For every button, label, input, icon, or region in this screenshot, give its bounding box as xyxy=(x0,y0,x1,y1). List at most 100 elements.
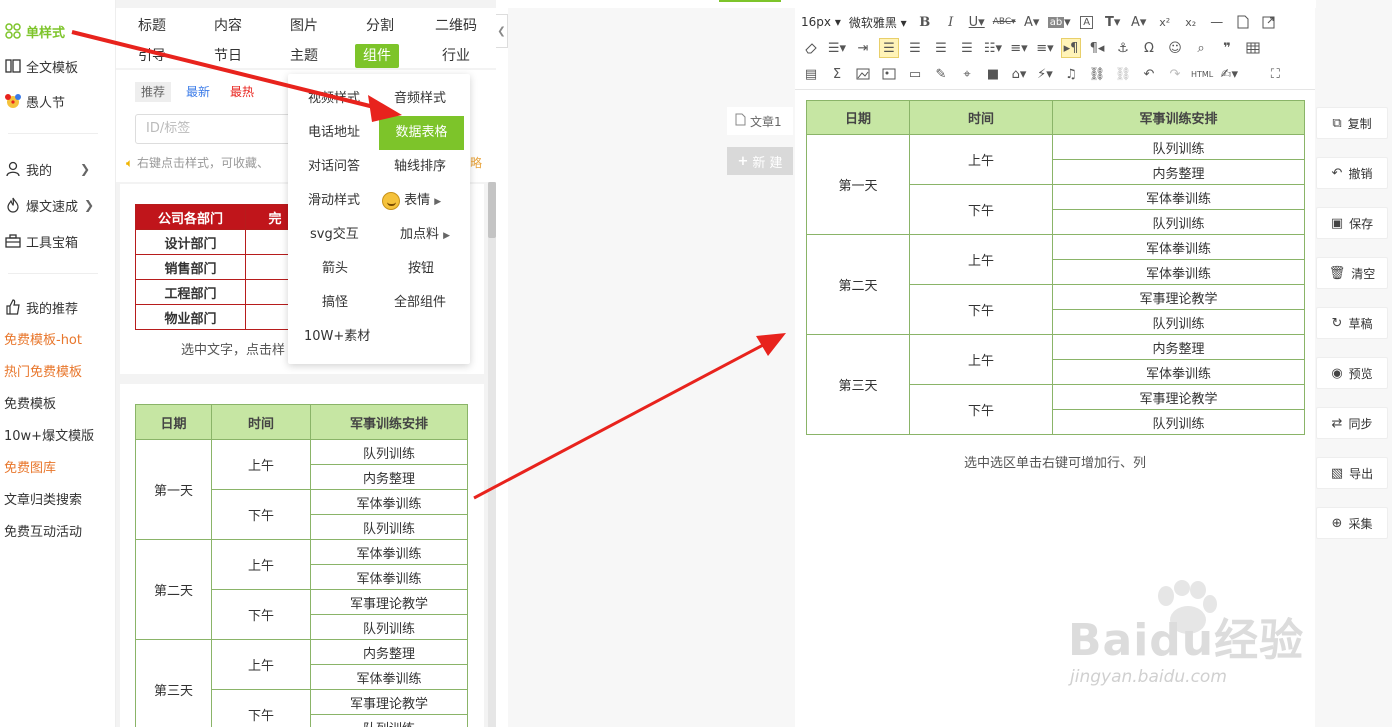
tab-component[interactable]: 组件 xyxy=(355,44,399,68)
dd-dialog-qa[interactable]: 对话问答 xyxy=(308,150,360,184)
eraser-icon[interactable] xyxy=(801,38,821,58)
clean-icon[interactable]: ⌂▾ xyxy=(1009,64,1029,84)
subscript-icon[interactable]: x₂ xyxy=(1181,12,1201,32)
doc-tab[interactable]: 文章1 xyxy=(727,107,793,135)
external-link-icon[interactable] xyxy=(1259,12,1279,32)
dd-10w-material[interactable]: 10W+素材 xyxy=(304,320,370,354)
font-scale-icon[interactable]: A▾ xyxy=(1129,12,1149,32)
tab-title[interactable]: 标题 xyxy=(130,14,174,38)
clear-button[interactable]: 🗑︎ 清空 xyxy=(1316,257,1388,289)
nav-mine[interactable]: 我的 ❯ xyxy=(4,158,90,180)
line-height-icon[interactable]: ≡▾ xyxy=(1009,38,1029,58)
anchor-icon[interactable]: ⚓ xyxy=(1113,38,1133,58)
dd-video-style[interactable]: 视频样式 xyxy=(308,82,360,116)
tab-content[interactable]: 内容 xyxy=(206,14,250,38)
dd-data-table[interactable]: 数据表格 xyxy=(379,116,464,150)
tab-theme[interactable]: 主题 xyxy=(282,44,326,68)
nav-viral-quick[interactable]: 爆文速成 ❯ xyxy=(4,194,94,216)
underline-icon[interactable]: U▾ xyxy=(967,12,987,32)
map-icon[interactable]: ⌖ xyxy=(957,64,977,84)
nav-free-activity[interactable]: 免费互动活动 xyxy=(4,519,82,541)
font-color-icon[interactable]: A▾ xyxy=(1022,12,1042,32)
undo-icon[interactable]: ↶ xyxy=(1139,64,1159,84)
dd-button[interactable]: 按钮 xyxy=(408,252,434,286)
nav-hot-free-template[interactable]: 热门免费模板 xyxy=(4,359,82,381)
dd-timeline-sort[interactable]: 轴线排序 xyxy=(394,150,446,184)
image-icon[interactable] xyxy=(853,64,873,84)
nav-toolbox[interactable]: 工具宝箱 xyxy=(4,230,78,252)
fullscreen-icon[interactable]: ⛶ xyxy=(1265,64,1285,84)
link-icon[interactable]: ⛓ xyxy=(1087,64,1107,84)
undo-button[interactable]: ↶ 撤销 xyxy=(1316,157,1388,189)
scrollbar-thumb[interactable] xyxy=(488,182,496,238)
search-replace-icon[interactable]: ⌕ xyxy=(1191,38,1211,58)
bold-icon[interactable]: B xyxy=(915,12,935,32)
dd-audio-style[interactable]: 音频样式 xyxy=(394,82,446,116)
dd-all-components[interactable]: 全部组件 xyxy=(394,286,446,320)
paragraph-spacing-icon[interactable]: ≡▾ xyxy=(1035,38,1055,58)
music-icon[interactable]: ♫ xyxy=(1061,64,1081,84)
indent-select-icon[interactable]: ☰▾ xyxy=(827,38,847,58)
text-style-icon[interactable]: T▾ xyxy=(1103,12,1123,32)
nav-free-template[interactable]: 免费模板 xyxy=(4,391,56,413)
tab-holiday[interactable]: 节日 xyxy=(206,44,250,68)
align-justify-icon[interactable]: ☰ xyxy=(957,38,977,58)
italic-icon[interactable]: I xyxy=(941,12,961,32)
dd-funny[interactable]: 搞怪 xyxy=(322,286,348,320)
dd-add-extras[interactable]: 加点料 ▶ xyxy=(400,218,450,252)
frame-icon[interactable]: ▭ xyxy=(905,64,925,84)
format-painter-icon[interactable]: ▤ xyxy=(801,64,821,84)
collapse-panel-button[interactable]: ❮ xyxy=(496,14,508,48)
redo-icon[interactable]: ↷ xyxy=(1165,64,1185,84)
magic-wand-icon[interactable]: ⚡▾ xyxy=(1035,64,1055,84)
nav-april-fools[interactable]: 愚人节 xyxy=(4,90,65,112)
dd-svg-interaction[interactable]: svg交互 xyxy=(310,218,359,252)
dd-slide-style[interactable]: 滑动样式 xyxy=(308,184,360,218)
video-icon[interactable]: ■ xyxy=(983,64,1003,84)
font-family-select[interactable]: 微软雅黑 ▾ xyxy=(849,14,907,31)
nav-free-template-hot[interactable]: 免费模板-hot xyxy=(4,327,82,349)
strikethrough-icon[interactable]: ABC▾ xyxy=(993,12,1016,32)
align-center-icon[interactable]: ☰ xyxy=(905,38,925,58)
superscript-icon[interactable]: x² xyxy=(1155,12,1175,32)
panel-scrollbar[interactable] xyxy=(488,182,496,727)
highlight-icon[interactable]: ab ▾ xyxy=(1047,12,1071,32)
edit-icon[interactable]: ✍▾ xyxy=(1219,64,1239,84)
tab-industry[interactable]: 行业 xyxy=(434,44,478,68)
tab-qrcode[interactable]: 二维码 xyxy=(427,14,485,38)
align-right-icon[interactable]: ☰ xyxy=(931,38,951,58)
nav-my-recommend[interactable]: 我的推荐 xyxy=(4,296,78,318)
copy-button[interactable]: ⧉ 复制 xyxy=(1316,107,1388,139)
multi-image-icon[interactable] xyxy=(879,64,899,84)
tab-guide[interactable]: 引导 xyxy=(130,44,174,68)
list-icon[interactable]: ☷▾ xyxy=(983,38,1003,58)
sync-button[interactable]: ⇄ 同步 xyxy=(1316,407,1388,439)
rtl-icon[interactable]: ¶◂ xyxy=(1087,38,1107,58)
table-icon[interactable] xyxy=(1243,38,1263,58)
dd-arrow[interactable]: 箭头 xyxy=(322,252,348,286)
border-text-icon[interactable]: A xyxy=(1077,12,1097,32)
special-char-icon[interactable]: Ω xyxy=(1139,38,1159,58)
nav-single-style[interactable]: 单样式 xyxy=(4,20,65,42)
formula-icon[interactable]: Σ xyxy=(827,64,847,84)
unlink-icon[interactable]: ⛓ xyxy=(1113,64,1133,84)
tab-divider[interactable]: 分割 xyxy=(358,14,402,38)
align-left-icon[interactable]: ☰ xyxy=(879,38,899,58)
editor-schedule-table[interactable]: 日期 时间 军事训练安排 第一天 上午 队列训练 内务整理 下午 军体拳训练 队列训练… xyxy=(806,100,1305,435)
dd-phone-address[interactable]: 电话地址 xyxy=(308,116,360,150)
export-button[interactable]: ▧ 导出 xyxy=(1316,457,1388,489)
nav-full-template[interactable]: 全文模板 xyxy=(4,55,78,77)
nav-article-search[interactable]: 文章归类搜索 xyxy=(4,487,82,509)
collect-button[interactable]: ⊕ 采集 xyxy=(1316,507,1388,539)
draft-button[interactable]: ↻ 草稿 xyxy=(1316,307,1388,339)
nav-free-gallery[interactable]: 免费图库 xyxy=(4,455,56,477)
html-icon[interactable]: HTML xyxy=(1191,64,1213,84)
style-card-schedule-table[interactable]: 日期 时间 军事训练安排 第一天 上午 队列训练 内务整理 下午 军体拳训练 队列训练… xyxy=(120,384,484,727)
horizontal-rule-icon[interactable]: — xyxy=(1207,12,1227,32)
indent-icon[interactable]: ⇥ xyxy=(853,38,873,58)
scrawl-icon[interactable]: ✎ xyxy=(931,64,951,84)
tab-image[interactable]: 图片 xyxy=(282,14,326,38)
new-page-icon[interactable] xyxy=(1233,12,1253,32)
save-button[interactable]: ▣ 保存 xyxy=(1316,207,1388,239)
font-size-select[interactable]: 16px ▾ xyxy=(801,15,841,29)
